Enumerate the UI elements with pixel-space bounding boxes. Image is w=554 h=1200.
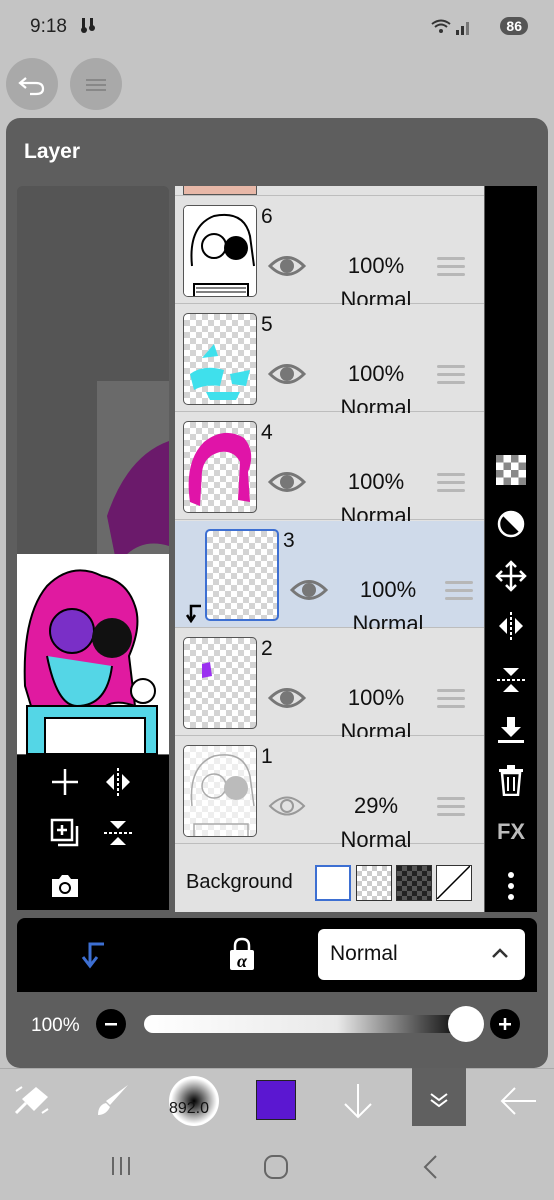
panel-title: Layer	[24, 140, 81, 163]
background-none-swatch[interactable]	[436, 865, 472, 901]
fx-button[interactable]: FX	[495, 816, 527, 848]
camera-icon[interactable]	[48, 869, 82, 903]
background-row[interactable]: Background	[175, 855, 484, 912]
flip-vertical-icon[interactable]	[495, 664, 527, 696]
drag-handle-icon[interactable]	[437, 689, 465, 711]
blend-mode-select[interactable]: Normal	[318, 929, 525, 980]
layer-opacity: 100%	[359, 577, 417, 602]
background-white-swatch[interactable]	[315, 865, 351, 901]
layer-thumbnail	[183, 637, 257, 729]
opacity-decrease-button[interactable]	[96, 1009, 126, 1039]
right-toolbar: FX	[485, 186, 537, 912]
clipping-arrow-icon	[185, 603, 205, 624]
svg-text:α: α	[237, 951, 248, 971]
flip-layer-vertical-icon[interactable]	[101, 816, 135, 850]
trash-icon[interactable]	[495, 764, 527, 796]
layer-opacity: 100%	[347, 361, 405, 386]
battery-badge: 86	[500, 17, 528, 35]
home-icon[interactable]	[263, 1154, 289, 1185]
arrow-down-icon[interactable]	[334, 1079, 382, 1123]
half-circle-icon[interactable]	[495, 508, 527, 540]
layer-list[interactable]: 6 100% Normal 5 100% Normal 4 100% Norma…	[175, 186, 484, 912]
minus-icon	[105, 1023, 117, 1026]
layer-opacity: 100%	[347, 685, 405, 710]
layer-row-5[interactable]: 5 100% Normal	[175, 305, 484, 420]
back-icon[interactable]	[420, 1154, 440, 1185]
layer-number: 6	[261, 205, 273, 228]
visibility-eye-icon[interactable]	[267, 683, 307, 713]
undo-icon	[18, 77, 45, 96]
layer-number: 1	[261, 745, 273, 768]
drag-handle-icon[interactable]	[437, 257, 465, 279]
layer-number: 4	[261, 421, 273, 444]
checkerboard-icon[interactable]	[495, 454, 527, 486]
clipping-toggle-icon[interactable]	[76, 938, 110, 972]
layer-row-1[interactable]: 1 29% Normal	[175, 737, 484, 852]
opacity-slider[interactable]	[144, 1015, 466, 1033]
system-nav-bar	[0, 1132, 554, 1200]
wifi-signal-icon	[430, 18, 472, 41]
duplicate-layer-icon[interactable]	[48, 816, 82, 850]
drag-handle-icon[interactable]	[437, 797, 465, 819]
visibility-eye-icon[interactable]	[267, 467, 307, 497]
selection-thumbnail	[183, 186, 257, 195]
selection-layer-row[interactable]	[175, 186, 484, 196]
flip-layer-horizontal-icon[interactable]	[101, 765, 135, 799]
redo-button[interactable]	[70, 58, 122, 110]
layer-opacity: 100%	[347, 253, 405, 278]
double-chevron-down-icon	[430, 1093, 448, 1108]
visibility-eye-icon[interactable]	[267, 359, 307, 389]
undo-button[interactable]	[6, 58, 58, 110]
layer-number: 2	[261, 637, 273, 660]
alpha-lock-icon[interactable]: α	[224, 936, 260, 972]
drag-handle-icon[interactable]	[445, 581, 473, 603]
brush-tool-icon[interactable]	[88, 1079, 136, 1123]
opacity-increase-button[interactable]	[490, 1009, 520, 1039]
visibility-eye-icon[interactable]	[267, 791, 307, 821]
visibility-eye-icon[interactable]	[267, 251, 307, 281]
layer-thumbnail	[183, 421, 257, 513]
more-vertical-icon[interactable]	[495, 870, 527, 902]
chevron-up-icon	[491, 946, 509, 964]
move-icon[interactable]	[495, 560, 527, 592]
drag-handle-icon[interactable]	[437, 365, 465, 387]
flip-horizontal-icon[interactable]	[495, 610, 527, 642]
menu-icon	[86, 79, 106, 91]
background-dark-checker-swatch[interactable]	[396, 865, 432, 901]
layer-thumbnail	[183, 313, 257, 405]
layer-row-2[interactable]: 2 100% Normal	[175, 629, 484, 744]
layer-number: 5	[261, 313, 273, 336]
plus-icon	[499, 1018, 511, 1030]
layer-number: 3	[283, 529, 295, 552]
status-time: 9:18	[30, 16, 67, 37]
drag-handle-icon[interactable]	[437, 473, 465, 495]
layer-row-6[interactable]: 6 100% Normal	[175, 197, 484, 312]
collapse-panel-button[interactable]	[412, 1068, 466, 1126]
transform-tool-icon[interactable]	[8, 1079, 56, 1123]
visibility-eye-icon[interactable]	[289, 575, 329, 605]
layer-thumbnail	[183, 745, 257, 837]
layer-thumbnail	[205, 529, 279, 621]
layer-thumbnail	[183, 205, 257, 297]
back-arrow-icon[interactable]	[494, 1079, 542, 1123]
blend-mode-value: Normal	[330, 942, 398, 965]
layer-row-3[interactable]: 3 100% Normal	[175, 521, 484, 636]
layer-opacity: 29%	[353, 793, 399, 818]
layer-opacity: 100%	[347, 469, 405, 494]
layer-actions	[17, 755, 169, 910]
background-label: Background	[186, 871, 293, 893]
color-swatch[interactable]	[256, 1080, 296, 1120]
merge-down-icon[interactable]	[495, 714, 527, 746]
layer-blend-mode: Normal	[340, 827, 412, 852]
background-light-checker-swatch[interactable]	[356, 865, 392, 901]
add-layer-icon[interactable]	[48, 765, 82, 799]
opacity-slider-thumb[interactable]	[448, 1006, 484, 1042]
brush-size-value: 892.0	[168, 1100, 210, 1117]
notification-icon	[80, 16, 96, 39]
layer-row-4[interactable]: 4 100% Normal	[175, 413, 484, 528]
opacity-value: 100%	[31, 1015, 80, 1036]
recent-apps-icon[interactable]	[109, 1154, 133, 1183]
